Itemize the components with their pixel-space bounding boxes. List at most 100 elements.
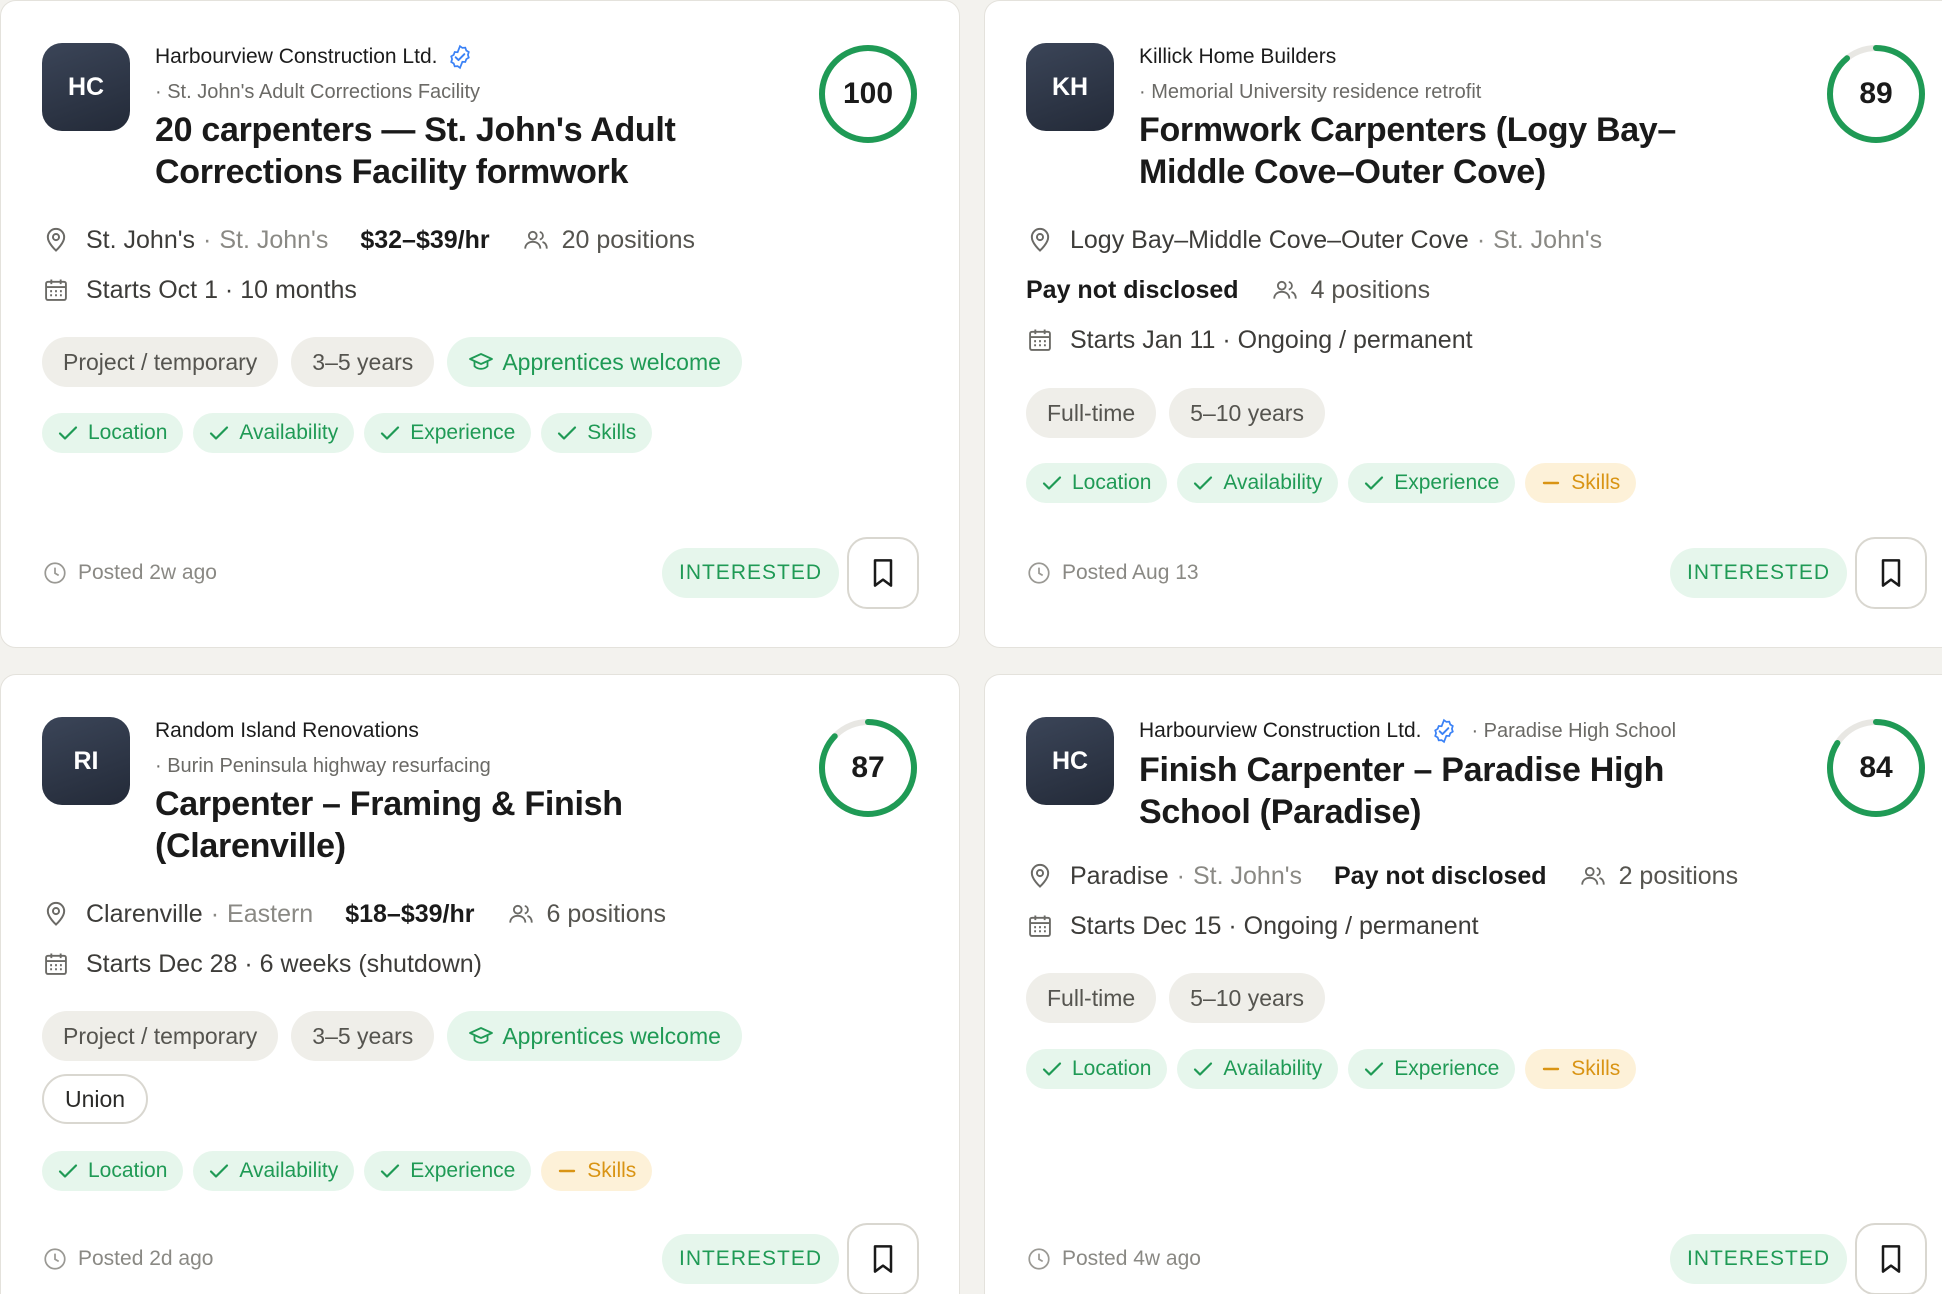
- bookmark-button[interactable]: [1855, 1223, 1927, 1294]
- start-date: Starts Dec 15 · Ongoing / permanent: [1070, 911, 1479, 940]
- tag-employment-type: Project / temporary: [42, 337, 279, 387]
- checkmark-icon: [1042, 1061, 1062, 1077]
- match-score-ring: 89: [1825, 43, 1927, 145]
- match-checks: Location Availability Experience Skills: [1026, 1049, 1637, 1089]
- tag-experience: 5–10 years: [1169, 388, 1325, 438]
- company-name[interactable]: Harbourview Construction Ltd.: [155, 43, 437, 71]
- tag-employment-type: Project / temporary: [42, 1011, 279, 1061]
- match-score: 84: [1859, 751, 1893, 784]
- dash-icon: [1541, 475, 1561, 491]
- interested-button[interactable]: INTERESTED: [1669, 1234, 1847, 1284]
- check-availability: Availability: [193, 413, 355, 453]
- check-skills: Skills: [541, 413, 653, 453]
- project-name: · Burin Peninsula highway resurfacing: [155, 755, 491, 777]
- job-region: Eastern: [227, 899, 314, 928]
- company-name[interactable]: Harbourview Construction Ltd.: [1139, 717, 1421, 745]
- tag-experience: 3–5 years: [291, 337, 435, 387]
- interested-button[interactable]: INTERESTED: [661, 1234, 839, 1284]
- job-card[interactable]: RI Random Island Renovations · Burin Pen…: [0, 674, 960, 1294]
- job-title[interactable]: 20 carpenters — St. John's Adult Correct…: [155, 109, 709, 193]
- check-skills: Skills: [1525, 463, 1637, 503]
- match-score: 87: [851, 751, 885, 784]
- match-score: 89: [1859, 77, 1893, 110]
- checkmark-icon: [1042, 475, 1062, 491]
- checkmark-icon: [557, 425, 577, 441]
- checkmark-icon: [380, 1163, 400, 1179]
- tag-apprentices: Apprentices welcome: [447, 337, 742, 387]
- check-experience: Experience: [364, 1151, 532, 1191]
- calendar-icon: [1026, 912, 1054, 940]
- checkmark-icon: [209, 1163, 229, 1179]
- people-icon: [507, 900, 535, 928]
- match-checks: Location Availability Experience Skills: [1026, 463, 1637, 503]
- posted-time: Posted 4w ago: [1062, 1247, 1201, 1270]
- start-date: Starts Jan 11 · Ongoing / permanent: [1070, 325, 1473, 354]
- job-title[interactable]: Formwork Carpenters (Logy Bay–Middle Cov…: [1139, 109, 1717, 193]
- company-name[interactable]: Killick Home Builders: [1139, 43, 1336, 71]
- checkmark-icon: [1364, 475, 1384, 491]
- map-pin-icon: [1026, 226, 1054, 254]
- people-icon: [1579, 862, 1607, 890]
- job-card[interactable]: KH Killick Home Builders · Memorial Univ…: [984, 0, 1942, 648]
- project-name: · Memorial University residence retrofit: [1139, 81, 1482, 103]
- check-experience: Experience: [1348, 1049, 1516, 1089]
- job-location: Clarenville: [86, 899, 203, 928]
- dash-icon: [557, 1163, 577, 1179]
- tag-employment-type: Full-time: [1026, 973, 1157, 1023]
- pay-rate: Pay not disclosed: [1334, 861, 1547, 890]
- checkmark-icon: [58, 1163, 78, 1179]
- interested-button[interactable]: INTERESTED: [661, 548, 839, 598]
- job-card[interactable]: HC Harbourview Construction Ltd. · Parad…: [984, 674, 1942, 1294]
- start-date: Starts Oct 1 · 10 months: [86, 275, 357, 304]
- company-avatar: HC: [42, 43, 130, 131]
- posted-time: Posted Aug 13: [1062, 561, 1199, 584]
- project-name: · Paradise High School: [1471, 720, 1677, 742]
- job-region: St. John's: [219, 225, 329, 254]
- company-avatar: RI: [42, 717, 130, 805]
- company-avatar: KH: [1026, 43, 1114, 131]
- map-pin-icon: [42, 900, 70, 928]
- job-location: Paradise: [1070, 861, 1169, 890]
- job-title[interactable]: Finish Carpenter – Paradise High School …: [1139, 749, 1717, 833]
- graduation-cap-icon: [468, 1025, 494, 1047]
- map-pin-icon: [42, 226, 70, 254]
- posted-time: Posted 2w ago: [78, 561, 217, 584]
- bookmark-icon: [1881, 559, 1901, 587]
- bookmark-button[interactable]: [847, 537, 919, 609]
- checkmark-icon: [1364, 1061, 1384, 1077]
- start-date: Starts Dec 28 · 6 weeks (shutdown): [86, 949, 482, 978]
- check-skills: Skills: [541, 1151, 653, 1191]
- job-region: St. John's: [1193, 861, 1302, 890]
- match-score-ring: 87: [817, 717, 919, 819]
- pay-rate: $18–$39/hr: [345, 899, 475, 928]
- positions-count: 2 positions: [1618, 861, 1739, 890]
- graduation-cap-icon: [468, 351, 494, 373]
- match-checks: Location Availability Experience Skills: [42, 1151, 653, 1191]
- pay-rate: Pay not disclosed: [1026, 275, 1239, 304]
- check-location: Location: [42, 1151, 184, 1191]
- checkmark-icon: [58, 425, 78, 441]
- bookmark-button[interactable]: [1855, 537, 1927, 609]
- clock-icon: [1026, 560, 1052, 586]
- verified-badge-icon: [1431, 718, 1457, 744]
- bookmark-icon: [873, 1245, 893, 1273]
- check-availability: Availability: [193, 1151, 355, 1191]
- checkmark-icon: [1193, 1061, 1213, 1077]
- job-region: St. John's: [1493, 225, 1603, 254]
- company-name[interactable]: Random Island Renovations: [155, 717, 419, 745]
- dash-icon: [1541, 1061, 1561, 1077]
- positions-count: 6 positions: [546, 899, 667, 928]
- job-title[interactable]: Carpenter – Framing & Finish (Clarenvill…: [155, 783, 709, 867]
- tag-apprentices: Apprentices welcome: [447, 1011, 742, 1061]
- check-location: Location: [1026, 1049, 1168, 1089]
- clock-icon: [1026, 1246, 1052, 1272]
- bookmark-button[interactable]: [847, 1223, 919, 1294]
- match-score-ring: 84: [1825, 717, 1927, 819]
- checkmark-icon: [209, 425, 229, 441]
- clock-icon: [42, 1246, 68, 1272]
- tag-employment-type: Full-time: [1026, 388, 1157, 438]
- positions-count: 20 positions: [561, 225, 696, 254]
- job-card[interactable]: HC Harbourview Construction Ltd. · St. J…: [0, 0, 960, 648]
- interested-button[interactable]: INTERESTED: [1669, 548, 1847, 598]
- check-skills: Skills: [1525, 1049, 1637, 1089]
